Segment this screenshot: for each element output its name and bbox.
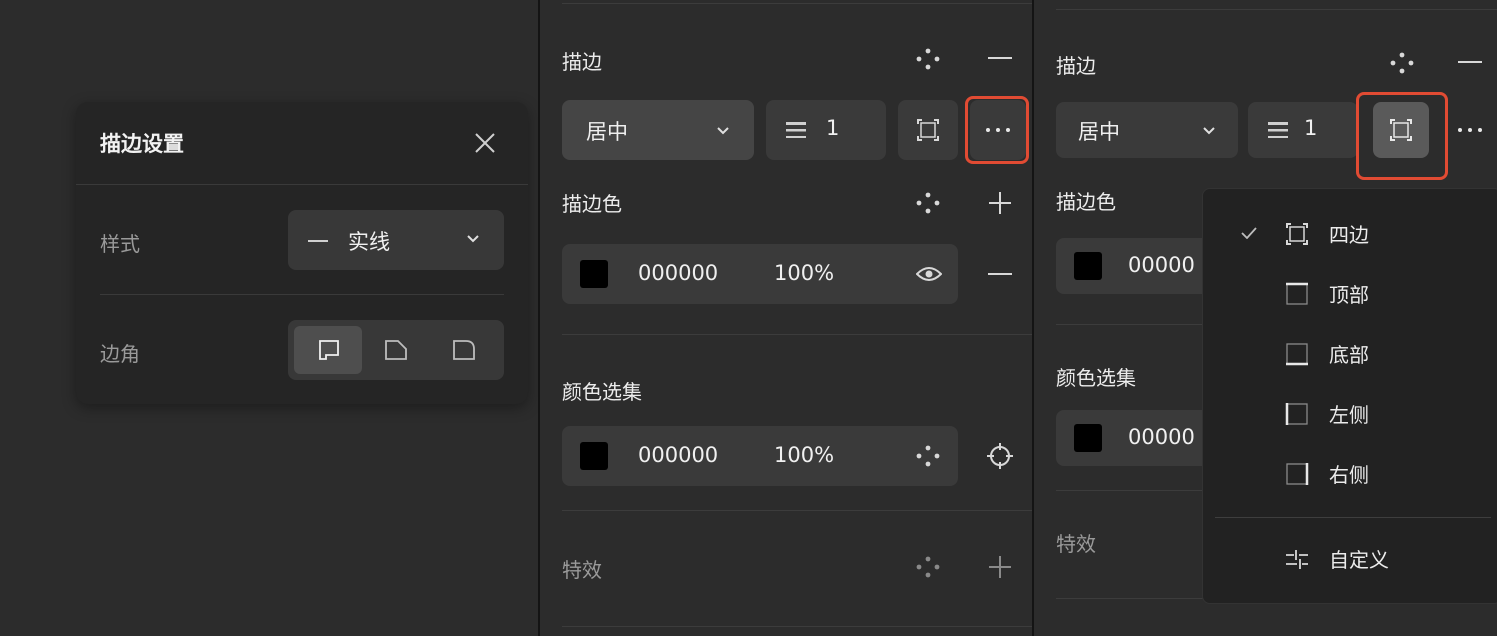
chevron-down-icon	[466, 234, 480, 244]
menu-item-label: 右侧	[1329, 463, 1369, 487]
add-icon[interactable]	[988, 555, 1012, 579]
all-sides-icon	[1285, 222, 1309, 246]
right-side-icon	[1285, 462, 1309, 486]
ellipsis-icon[interactable]	[1458, 128, 1482, 132]
menu-item-bottom[interactable]: 底部	[1203, 329, 1497, 379]
stroke-color-field[interactable]: 000000 100%	[562, 244, 958, 304]
width-value: 1	[1304, 116, 1318, 140]
menu-item-all-sides[interactable]: 四边	[1203, 209, 1497, 259]
stroke-color-opacity[interactable]: 100%	[774, 261, 834, 285]
panel-row-divider	[100, 294, 504, 295]
stroke-width-field[interactable]: 1	[766, 100, 886, 160]
check-icon	[1241, 227, 1257, 239]
bottom-side-icon	[1285, 342, 1309, 366]
stroke-weight-icon	[1268, 121, 1288, 141]
styles-icon[interactable]	[1390, 52, 1414, 74]
section-divider	[1056, 598, 1216, 599]
menu-item-custom[interactable]: 自定义	[1203, 534, 1497, 584]
target-icon[interactable]	[986, 442, 1014, 470]
panel-title: 描边设置	[100, 132, 184, 156]
solid-line-icon	[308, 240, 328, 242]
width-value: 1	[826, 116, 840, 140]
selection-color-opacity[interactable]: 100%	[774, 443, 834, 467]
remove-icon[interactable]	[988, 273, 1012, 275]
section-divider	[1056, 324, 1216, 325]
stroke-align-dropdown[interactable]: 居中	[1056, 102, 1238, 158]
top-side-icon	[1285, 282, 1309, 306]
menu-item-top[interactable]: 顶部	[1203, 269, 1497, 319]
selection-color-hex[interactable]: 000000	[638, 443, 718, 467]
left-side-icon	[1285, 402, 1309, 426]
color-swatch[interactable]	[1074, 424, 1102, 452]
stroke-sides-menu: 四边 顶部 底部 左侧 右侧 自定义	[1202, 188, 1497, 604]
menu-item-label: 顶部	[1329, 283, 1369, 307]
round-corner-icon	[452, 339, 476, 361]
stroke-sides-button[interactable]	[898, 100, 958, 160]
align-value: 居中	[586, 120, 628, 144]
corner-option-bevel[interactable]	[362, 326, 430, 374]
chevron-down-icon	[1202, 126, 1216, 136]
corner-label: 边角	[100, 342, 140, 366]
selection-color-field[interactable]: 000000 100%	[562, 426, 958, 486]
stroke-color-hex[interactable]: 000000	[638, 261, 718, 285]
section-divider	[562, 510, 1032, 511]
corner-segmented-control	[288, 320, 504, 380]
corner-option-square[interactable]	[294, 326, 362, 374]
middle-inspector: 描边 居中 1 描边色 000000 100% 颜色选集 000000 100%…	[540, 0, 1032, 636]
style-label: 样式	[100, 232, 140, 256]
menu-divider	[1215, 517, 1491, 518]
align-value: 居中	[1078, 120, 1120, 144]
menu-item-right[interactable]: 右侧	[1203, 449, 1497, 499]
stroke-color-title: 描边色	[1056, 190, 1116, 214]
effects-title: 特效	[562, 558, 602, 582]
section-divider	[1056, 490, 1216, 491]
color-selection-title: 颜色选集	[562, 380, 642, 404]
style-dropdown[interactable]: 实线	[288, 210, 504, 270]
chevron-down-icon	[716, 126, 730, 136]
remove-stroke-icon[interactable]	[988, 57, 1012, 59]
close-icon[interactable]	[474, 132, 496, 154]
color-selection-title: 颜色选集	[1056, 366, 1136, 390]
stroke-title: 描边	[562, 50, 602, 74]
styles-icon[interactable]	[916, 192, 940, 214]
section-divider	[562, 334, 1032, 335]
color-swatch[interactable]	[1074, 252, 1102, 280]
stroke-align-dropdown[interactable]: 居中	[562, 100, 754, 160]
menu-item-label: 四边	[1329, 223, 1369, 247]
top-divider	[1056, 9, 1497, 10]
effects-title: 特效	[1056, 532, 1096, 556]
color-swatch[interactable]	[580, 442, 608, 470]
color-swatch[interactable]	[580, 260, 608, 288]
styles-icon[interactable]	[916, 556, 940, 578]
menu-item-label: 底部	[1329, 343, 1369, 367]
stroke-settings-panel: 描边设置 样式 实线 边角	[76, 102, 528, 404]
eye-icon[interactable]	[916, 264, 942, 284]
highlight-more-options	[965, 96, 1029, 164]
styles-icon[interactable]	[916, 48, 940, 70]
menu-item-label: 左侧	[1329, 403, 1369, 427]
add-icon[interactable]	[988, 191, 1012, 215]
stroke-color-hex[interactable]: 00000	[1128, 253, 1195, 277]
all-sides-icon	[916, 118, 940, 142]
selection-color-field[interactable]: 00000	[1056, 410, 1216, 466]
top-divider	[562, 3, 1032, 4]
highlight-sides-button	[1356, 92, 1448, 180]
style-value: 实线	[348, 230, 390, 254]
bevel-corner-icon	[384, 339, 408, 361]
selection-color-hex[interactable]: 00000	[1128, 425, 1195, 449]
stroke-weight-icon	[786, 121, 806, 141]
styles-icon[interactable]	[916, 445, 940, 467]
stroke-title: 描边	[1056, 54, 1096, 78]
remove-stroke-icon[interactable]	[1458, 61, 1482, 63]
custom-sliders-icon	[1285, 547, 1309, 571]
menu-item-label: 自定义	[1329, 548, 1389, 572]
square-corner-icon	[318, 339, 340, 361]
stroke-width-field[interactable]: 1	[1248, 102, 1358, 158]
stroke-color-title: 描边色	[562, 192, 622, 216]
stroke-color-field[interactable]: 00000	[1056, 238, 1216, 294]
menu-item-left[interactable]: 左侧	[1203, 389, 1497, 439]
section-divider	[562, 626, 1032, 627]
panel-header-divider	[76, 184, 528, 185]
corner-option-round[interactable]	[430, 326, 498, 374]
